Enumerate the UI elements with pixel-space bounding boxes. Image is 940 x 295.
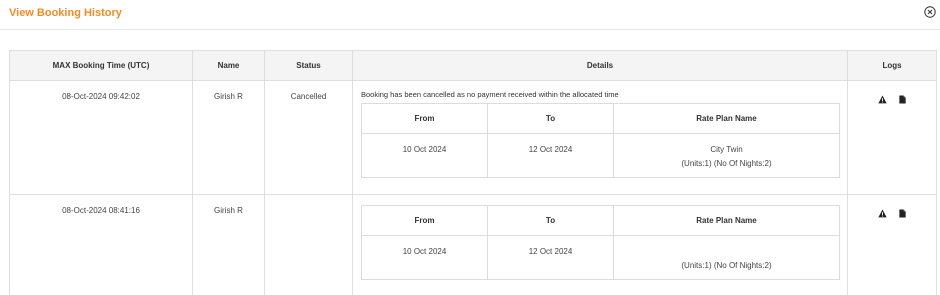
to-date: 12 Oct 2024 — [488, 236, 614, 279]
rate-plan-table: From To Rate Plan Name 10 Oct 2024 12 Oc… — [361, 205, 840, 280]
cancellation-message: Booking has been cancelled as no payment… — [361, 90, 619, 99]
column-header-logs: Logs — [882, 61, 902, 70]
rate-plan-detail: (Units:1) (No Of Nights:2) — [681, 159, 772, 169]
warning-icon[interactable] — [877, 209, 887, 218]
name-cell: Girish R — [193, 195, 265, 295]
from-header: From — [362, 206, 488, 235]
from-header: From — [362, 104, 488, 133]
rate-plan-header-row: From To Rate Plan Name — [362, 104, 839, 134]
document-icon[interactable] — [898, 209, 907, 218]
status-cell — [265, 195, 353, 295]
from-date: 10 Oct 2024 — [362, 236, 488, 279]
to-header: To — [488, 104, 614, 133]
booking-time-cell: 08-Oct-2024 08:41:16 — [10, 195, 193, 295]
rate-plan-row: 10 Oct 2024 12 Oct 2024 (Units:1) (No Of… — [362, 236, 839, 279]
table-row: 08-Oct-2024 09:42:02 Girish R Cancelled … — [10, 81, 936, 195]
rate-plan-header-row: From To Rate Plan Name — [362, 206, 839, 236]
booking-history-table: MAX Booking Time (UTC) Name Status Detai… — [9, 50, 937, 295]
modal-title: View Booking History — [9, 7, 122, 19]
rate-plan-name-header: Rate Plan Name — [696, 216, 757, 225]
table-row: 08-Oct-2024 08:41:16 Girish R From To Ra… — [10, 195, 936, 295]
to-date: 12 Oct 2024 — [488, 134, 614, 177]
details-cell: Booking has been cancelled as no payment… — [353, 81, 848, 194]
rate-plan-name — [614, 245, 839, 259]
logs-cell — [848, 81, 936, 194]
rate-plan-cell: (Units:1) (No Of Nights:2) — [614, 236, 839, 279]
booking-time-cell: 08-Oct-2024 09:42:02 — [10, 81, 193, 194]
details-cell: From To Rate Plan Name 10 Oct 2024 12 Oc… — [353, 195, 848, 295]
column-header-status: Status — [265, 51, 353, 80]
rate-plan-detail: (Units:1) (No Of Nights:2) — [681, 261, 772, 270]
to-header: To — [488, 206, 614, 235]
rate-plan-name: City Twin — [710, 145, 743, 154]
document-icon[interactable] — [898, 95, 907, 104]
warning-icon[interactable] — [877, 95, 887, 104]
name-cell: Girish R — [193, 81, 265, 194]
rate-plan-row: 10 Oct 2024 12 Oct 2024 City Twin (Units… — [362, 134, 839, 177]
column-header-details: Details — [353, 51, 848, 80]
status-cell: Cancelled — [265, 81, 353, 194]
header-divider — [0, 29, 940, 30]
logs-cell — [848, 195, 936, 295]
column-header-name: Name — [193, 51, 265, 80]
rate-plan-cell: City Twin (Units:1) (No Of Nights:2) — [614, 134, 839, 177]
rate-plan-table: From To Rate Plan Name 10 Oct 2024 12 Oc… — [361, 103, 840, 178]
close-icon[interactable] — [924, 6, 936, 18]
rate-plan-name-header: Rate Plan Name — [696, 114, 757, 123]
table-header-row: MAX Booking Time (UTC) Name Status Detai… — [10, 51, 936, 81]
column-header-booking-time: MAX Booking Time (UTC) — [10, 51, 193, 80]
from-date: 10 Oct 2024 — [362, 134, 488, 177]
